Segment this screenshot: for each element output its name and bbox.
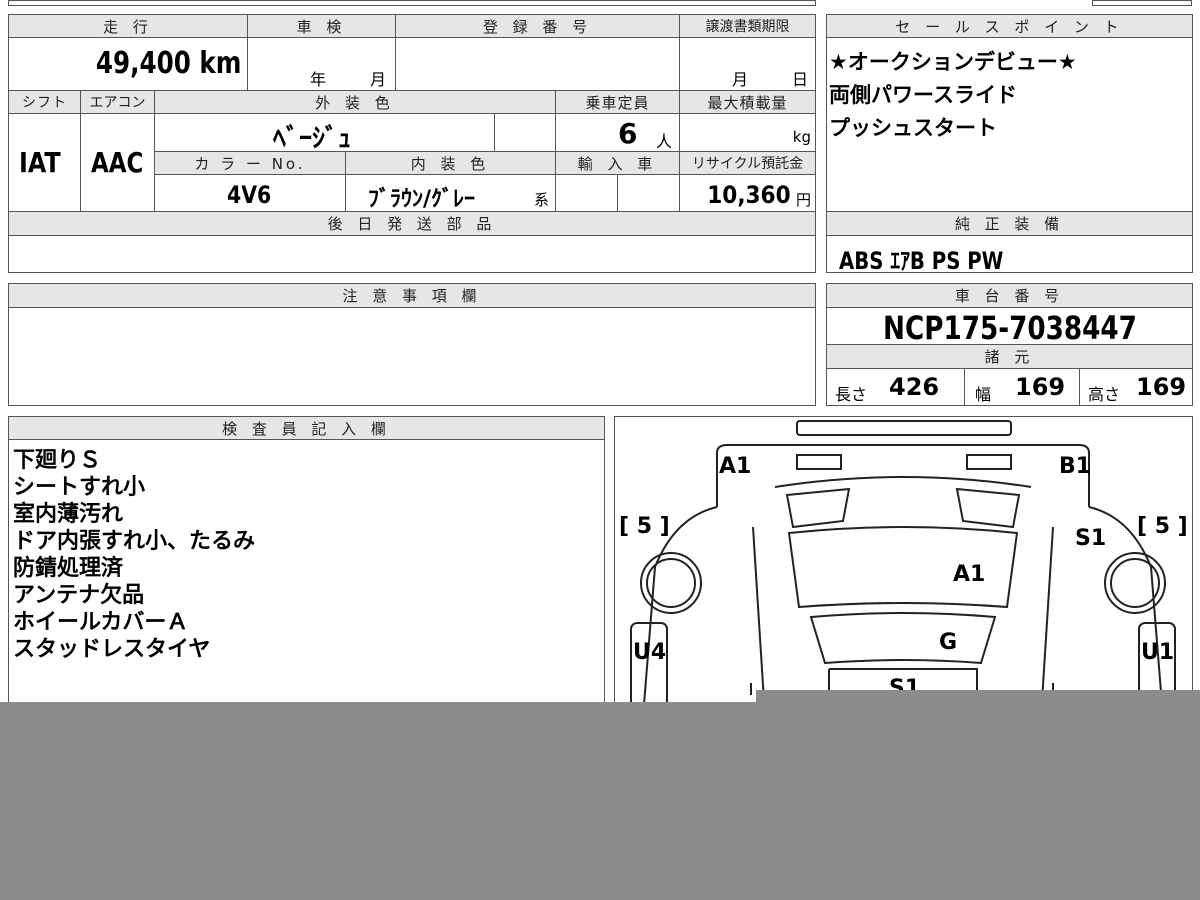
chassis-number: NCP175-7038447 — [883, 309, 1137, 347]
sales-point-2: 両側パワースライド — [829, 83, 1017, 107]
inspector-note-8: スタッドレスタイヤ — [13, 637, 211, 662]
label-front-right: B1 — [1059, 454, 1091, 479]
interior-color-cell: ﾌﾞﾗｳﾝ/ｸﾞﾚｰ 系 — [345, 174, 556, 212]
exterior-color-extra — [494, 113, 556, 152]
car-diagram-drawing: A1 B1 [ 5 ] [ 5 ] S1 A1 G U4 U1 S1 — [619, 420, 1188, 715]
car-diagram: A1 B1 [ 5 ] [ 5 ] S1 A1 G U4 U1 S1 — [614, 416, 1193, 716]
mileage-value: 49,400 km — [95, 46, 241, 81]
later-parts-header: 後 日 発 送 部 品 — [8, 211, 816, 236]
reg-number-cell — [395, 37, 680, 91]
shift-cell: IAT — [8, 113, 81, 212]
exterior-color-cell: ﾍﾞｰｼﾞｭ — [154, 113, 495, 154]
equipment-header: 純 正 装 備 — [826, 211, 1193, 236]
shift-header: シフト — [8, 90, 81, 114]
recycle-unit: 円 — [795, 191, 811, 209]
height-cell: 高さ 169 — [1079, 368, 1193, 406]
interior-color-header: 内 装 色 — [345, 151, 556, 175]
length-cell: 長さ 426 — [826, 368, 965, 406]
shaken-cell: 年 月 — [247, 37, 396, 91]
occluded-area-notch — [756, 690, 1200, 704]
recycle-header: リサイクル預託金 — [679, 151, 816, 175]
caution-header: 注 意 事 項 欄 — [8, 283, 816, 308]
label-tire-left: [ 5 ] — [619, 514, 670, 539]
aircon-cell: AAC — [80, 113, 155, 212]
exterior-color-value: ﾍﾞｰｼﾞｭ — [273, 124, 352, 154]
color-no-value: 4V6 — [227, 181, 272, 209]
shift-value: IAT — [19, 146, 61, 179]
transfer-deadline-header: 譲渡書類期限 — [679, 14, 816, 38]
spec-header: 諸 元 — [826, 344, 1193, 369]
sales-points-header: セ ー ル ス ポ イ ン ト — [826, 14, 1193, 38]
deadline-month-unit: 月 — [732, 70, 749, 89]
equipment-value: ABS ｴｱB PS PW — [839, 247, 1004, 275]
aircon-value: AAC — [91, 146, 144, 179]
inspector-header: 検 査 員 記 入 欄 — [8, 416, 605, 440]
import-header: 輸 入 車 — [555, 151, 680, 175]
sales-points-body: ★オークションデビュー★ 両側パワースライド プッシュスタート — [826, 37, 1193, 212]
exterior-color-header: 外 装 色 — [154, 90, 556, 114]
top-strip — [8, 0, 816, 6]
shaken-year-unit: 年 — [310, 70, 327, 89]
label-side-right: S1 — [1075, 526, 1106, 551]
occluded-area — [0, 702, 1200, 900]
capacity-cell: 6 人 — [555, 113, 680, 152]
length-value: 426 — [889, 373, 940, 401]
width-value: 169 — [1015, 373, 1066, 401]
height-value: 169 — [1136, 373, 1187, 401]
equipment-cell: ABS ｴｱB PS PW — [826, 235, 1193, 275]
width-cell: 幅 169 — [964, 368, 1080, 406]
max-load-header: 最大積載量 — [679, 90, 816, 114]
interior-color-suffix: 系 — [534, 191, 550, 209]
color-no-cell: 4V6 — [154, 174, 346, 212]
chassis-header: 車 台 番 号 — [826, 283, 1193, 308]
deadline-day-unit: 日 — [792, 70, 809, 89]
recycle-value: 10,360 — [707, 181, 791, 209]
capacity-value: 6 — [618, 117, 638, 150]
caution-body — [8, 307, 816, 406]
label-door-left: U4 — [633, 640, 666, 665]
label-front-left: A1 — [719, 454, 751, 479]
height-label: 高さ — [1088, 385, 1121, 404]
inspector-body: 下廻りＳ シートすれ小 室内薄汚れ ドア内張すれ小、たるみ 防錆処理済 アンテナ… — [8, 439, 605, 719]
reg-number-header: 登 録 番 号 — [395, 14, 680, 38]
width-label: 幅 — [975, 385, 992, 404]
shaken-month-unit: 月 — [370, 70, 387, 89]
chassis-cell: NCP175-7038447 — [826, 307, 1193, 347]
color-no-header: カ ラ ー No. — [154, 151, 346, 175]
aircon-header: エアコン — [80, 90, 155, 114]
sales-point-1: ★オークションデビュー★ — [829, 50, 1077, 74]
length-label: 長さ — [835, 385, 868, 404]
label-door-right: U1 — [1141, 640, 1174, 665]
recycle-cell: 10,360 円 — [679, 174, 816, 212]
mileage-header: 走 行 — [8, 14, 248, 38]
label-tire-right: [ 5 ] — [1137, 514, 1188, 539]
import-cell-a — [555, 174, 618, 212]
mileage-cell: 49,400 km — [8, 37, 248, 91]
top-strip-right — [1092, 0, 1192, 6]
deadline-cell: 月 日 — [679, 37, 816, 91]
label-hood: A1 — [953, 562, 985, 587]
max-load-unit: kg — [792, 128, 811, 146]
capacity-unit: 人 — [656, 132, 673, 151]
later-parts-cell — [8, 235, 816, 273]
max-load-cell: kg — [679, 113, 816, 152]
sales-point-3: プッシュスタート — [829, 116, 997, 140]
import-cell-b — [617, 174, 680, 212]
capacity-header: 乗車定員 — [555, 90, 680, 114]
label-windshield: G — [939, 630, 957, 655]
shaken-header: 車 検 — [247, 14, 396, 38]
interior-color-value: ﾌﾞﾗｳﾝ/ｸﾞﾚｰ — [368, 187, 476, 212]
